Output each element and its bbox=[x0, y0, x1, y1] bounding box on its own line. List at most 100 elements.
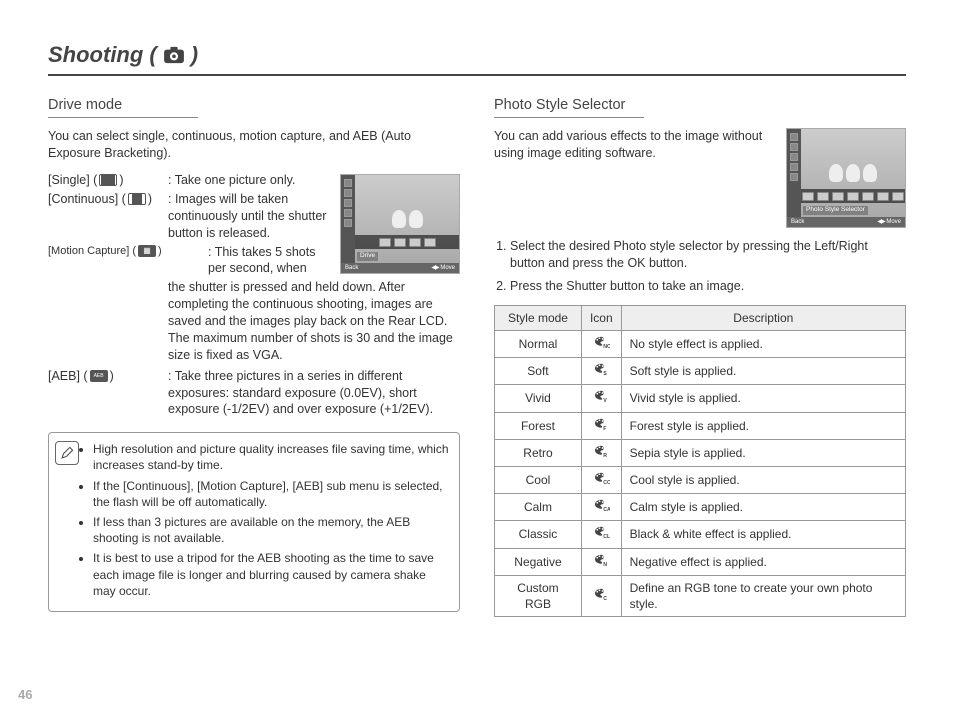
style-mode-cell: Soft bbox=[495, 358, 582, 385]
style-icon-cell: S bbox=[581, 358, 621, 385]
style-mode-cell: Retro bbox=[495, 439, 582, 466]
style-mode-cell: Calm bbox=[495, 494, 582, 521]
note-icon bbox=[55, 441, 79, 465]
table-row: ForestFForest style is applied. bbox=[495, 412, 906, 439]
palette-icon: C bbox=[592, 587, 610, 601]
table-row: NegativeNNegative effect is applied. bbox=[495, 548, 906, 575]
pss-screenshot-sidebar bbox=[787, 129, 801, 217]
single-label: [Single] ( ) bbox=[48, 172, 168, 189]
style-icon-cell: N bbox=[581, 548, 621, 575]
motion-capture-label: [Motion Capture] ( ▦ ) bbox=[48, 244, 208, 259]
palette-icon: V bbox=[592, 389, 610, 403]
page-number: 46 bbox=[18, 686, 32, 704]
svg-text:C: C bbox=[604, 596, 608, 601]
style-mode-cell: Normal bbox=[495, 331, 582, 358]
drive-mode-list: Drive Back ◀▶ Move [Single] ( ) : Take o… bbox=[48, 172, 460, 418]
svg-text:F: F bbox=[604, 426, 608, 431]
pss-screenshot-move: Move bbox=[886, 219, 901, 225]
single-desc: : Take one picture only. bbox=[168, 172, 332, 189]
pss-screenshot-strip bbox=[801, 189, 905, 203]
aeb-mode-icon: AEB bbox=[90, 370, 108, 382]
continuous-label: [Continuous] ( ) bbox=[48, 191, 168, 208]
palette-icon: R bbox=[592, 444, 610, 458]
table-row: Normal NOR No style effect is applied. bbox=[495, 331, 906, 358]
table-row: Retro R Sepia style is applied. bbox=[495, 439, 906, 466]
note-item: High resolution and picture quality incr… bbox=[93, 441, 449, 473]
motion-desc-b: the shutter is pressed and held down. Af… bbox=[48, 279, 460, 363]
style-mode-cell: Classic bbox=[495, 521, 582, 548]
style-icon-cell: CO bbox=[581, 467, 621, 494]
palette-icon: CA bbox=[592, 498, 610, 512]
palette-icon: CO bbox=[592, 471, 610, 485]
style-desc-cell: Black & white effect is applied. bbox=[621, 521, 905, 548]
style-icon-cell: C bbox=[581, 575, 621, 616]
left-column: Drive mode You can select single, contin… bbox=[48, 96, 460, 617]
style-icon-cell: CA bbox=[581, 494, 621, 521]
svg-text:S: S bbox=[604, 371, 608, 376]
move-arrows-icon: ◀▶ bbox=[877, 219, 884, 225]
table-row: VividVVivid style is applied. bbox=[495, 385, 906, 412]
screenshot-title: Drive bbox=[357, 252, 378, 261]
screenshot-back: Back bbox=[345, 264, 358, 272]
style-icon-cell: CL bbox=[581, 521, 621, 548]
note-item: It is best to use a tripod for the AEB s… bbox=[93, 550, 449, 599]
table-row: Soft S Soft style is applied. bbox=[495, 358, 906, 385]
style-desc-cell: Negative effect is applied. bbox=[621, 548, 905, 575]
continuous-mode-icon bbox=[128, 193, 146, 205]
table-row: Calm CA Calm style is applied. bbox=[495, 494, 906, 521]
style-table: Style mode Icon Description Normal NOR No … bbox=[494, 305, 906, 617]
style-desc-cell: Soft style is applied. bbox=[621, 358, 905, 385]
drive-screenshot: Drive Back ◀▶ Move bbox=[340, 174, 460, 274]
th-icon: Icon bbox=[581, 305, 621, 330]
screenshot-strip bbox=[355, 235, 459, 249]
aeb-label: [AEB] ( AEB ) bbox=[48, 368, 168, 385]
pss-screenshot: Photo Style Selector Back ◀▶ Move bbox=[786, 128, 906, 228]
note-item: If less than 3 pictures are available on… bbox=[93, 514, 449, 546]
style-desc-cell: Sepia style is applied. bbox=[621, 439, 905, 466]
style-desc-cell: Calm style is applied. bbox=[621, 494, 905, 521]
style-icon-cell: F bbox=[581, 412, 621, 439]
svg-text:R: R bbox=[604, 453, 608, 458]
palette-icon: S bbox=[592, 362, 610, 376]
table-row: Custom RGBCDefine an RGB tone to create … bbox=[495, 575, 906, 616]
palette-icon: N bbox=[592, 553, 610, 567]
svg-text:CO: CO bbox=[604, 480, 611, 485]
palette-icon: NOR bbox=[592, 335, 610, 349]
page-title: Shooting ( ) bbox=[48, 40, 906, 76]
step-item: Select the desired Photo style selector … bbox=[510, 238, 906, 272]
th-desc: Description bbox=[621, 305, 905, 330]
note-box: High resolution and picture quality incr… bbox=[48, 432, 460, 612]
drive-mode-heading: Drive mode bbox=[48, 96, 198, 119]
pss-screenshot-footer: Back ◀▶ Move bbox=[787, 217, 905, 227]
single-mode-icon bbox=[99, 174, 117, 186]
pss-steps: Select the desired Photo style selector … bbox=[494, 238, 906, 295]
pss-screenshot-back: Back bbox=[791, 218, 804, 226]
pss-screenshot-title: Photo Style Selector bbox=[803, 206, 868, 215]
camera-icon bbox=[163, 46, 185, 64]
style-desc-cell: Forest style is applied. bbox=[621, 412, 905, 439]
right-column: Photo Style Selector You can add various… bbox=[494, 96, 906, 617]
note-item: If the [Continuous], [Motion Capture], [… bbox=[93, 478, 449, 510]
svg-text:CL: CL bbox=[604, 534, 611, 539]
drive-intro: You can select single, continuous, motio… bbox=[48, 128, 460, 162]
title-prefix: Shooting ( bbox=[48, 40, 157, 70]
screenshot-move: Move bbox=[440, 265, 455, 271]
aeb-desc: : Take three pictures in a series in dif… bbox=[168, 368, 460, 419]
style-icon-cell: NOR bbox=[581, 331, 621, 358]
style-mode-cell: Custom RGB bbox=[495, 575, 582, 616]
palette-icon: CL bbox=[592, 525, 610, 539]
svg-text:CA: CA bbox=[604, 507, 611, 512]
svg-text:V: V bbox=[604, 398, 608, 403]
step-item: Press the Shutter button to take an imag… bbox=[510, 278, 906, 295]
style-desc-cell: No style effect is applied. bbox=[621, 331, 905, 358]
move-arrows-icon: ◀▶ bbox=[431, 265, 438, 271]
pss-screenshot-body bbox=[801, 129, 905, 217]
palette-icon: F bbox=[592, 417, 610, 431]
table-row: Classic CL Black & white effect is applied… bbox=[495, 521, 906, 548]
screenshot-footer: Back ◀▶ Move bbox=[341, 263, 459, 273]
pss-heading: Photo Style Selector bbox=[494, 96, 644, 119]
style-desc-cell: Cool style is applied. bbox=[621, 467, 905, 494]
svg-text:N: N bbox=[604, 562, 608, 567]
continuous-desc: : Images will be taken continuously unti… bbox=[168, 191, 332, 242]
th-mode: Style mode bbox=[495, 305, 582, 330]
